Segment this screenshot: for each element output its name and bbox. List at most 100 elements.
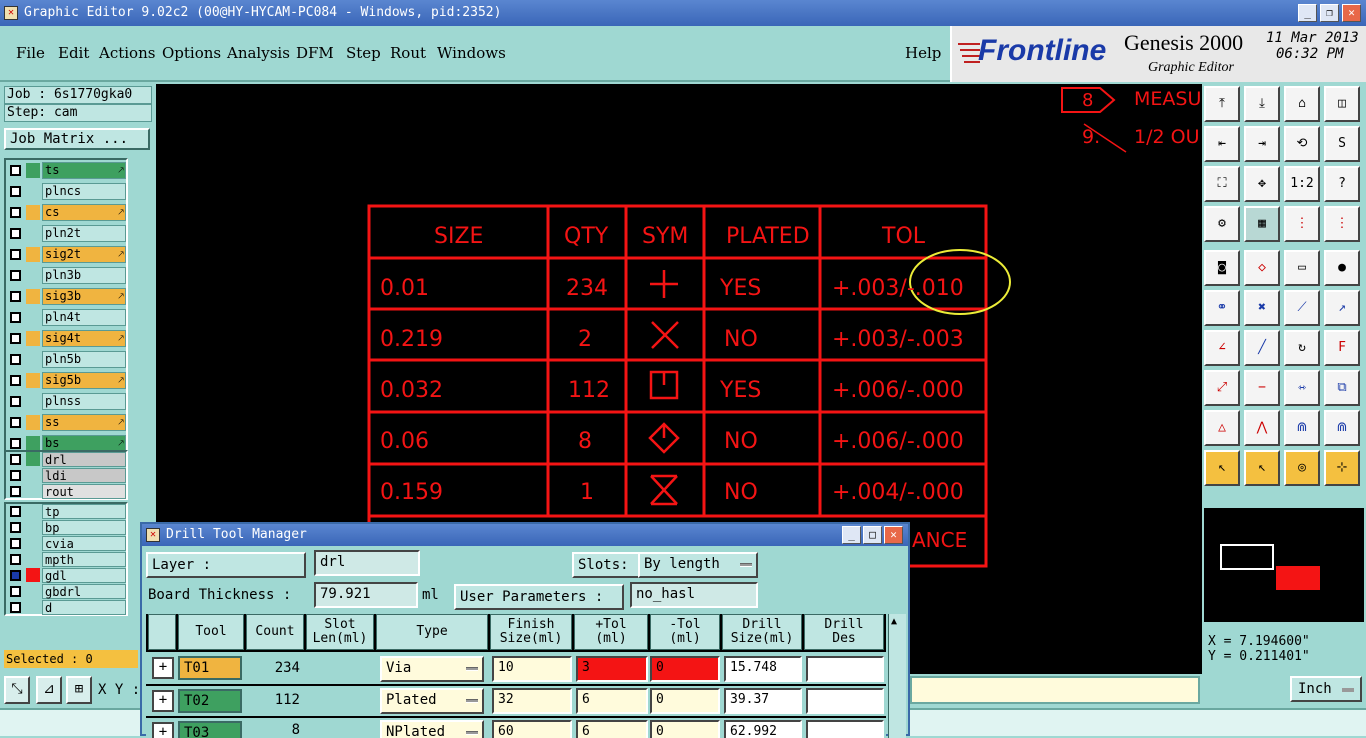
copy-icon[interactable]: ◇: [1244, 250, 1280, 286]
layer-checkbox[interactable]: [10, 186, 21, 197]
net-alt-icon[interactable]: ⋮: [1324, 206, 1360, 242]
layer-checkbox[interactable]: [10, 554, 21, 565]
layer-row[interactable]: cs 🡕: [6, 202, 126, 223]
arrow-line-icon[interactable]: ↗: [1324, 290, 1360, 326]
layer-name[interactable]: d: [42, 600, 126, 615]
ruler-icon[interactable]: ▭: [1284, 250, 1320, 286]
layer-checkbox[interactable]: [10, 312, 21, 323]
layer-checkbox[interactable]: [10, 354, 21, 365]
dash-icon[interactable]: −: [1244, 370, 1280, 406]
net-icon[interactable]: ⋮: [1284, 206, 1320, 242]
job-matrix-button[interactable]: Job Matrix ...: [4, 128, 150, 150]
layer-name[interactable]: sig3b: [42, 288, 126, 305]
drill-size-input[interactable]: 15.748: [724, 656, 802, 682]
finish-size-input[interactable]: 32: [492, 688, 572, 714]
pan-right-icon[interactable]: ⇥: [1244, 126, 1280, 162]
col-type-header[interactable]: Type: [376, 614, 488, 650]
layer-name[interactable]: tp: [42, 504, 126, 519]
layer-row[interactable]: gbdrl: [6, 584, 126, 600]
layer-name[interactable]: gdl: [42, 568, 126, 583]
drill-des-input[interactable]: [806, 656, 884, 682]
layer-checkbox[interactable]: [10, 486, 21, 497]
col-plus-tol-header[interactable]: +Tol (ml): [574, 614, 648, 650]
menu-rout[interactable]: Rout: [390, 44, 426, 62]
col-minus-tol-header[interactable]: -Tol (ml): [650, 614, 720, 650]
layer-name[interactable]: sig4t: [42, 330, 126, 347]
layer-row[interactable]: tp: [6, 504, 126, 520]
layer-name[interactable]: mpth: [42, 552, 126, 567]
layer-checkbox[interactable]: [10, 454, 21, 465]
select-circle-icon[interactable]: ◎: [1284, 450, 1320, 486]
col-tool-header[interactable]: Tool: [178, 614, 244, 650]
type-select[interactable]: Via: [380, 656, 484, 682]
col-drill-size-header[interactable]: Drill Size(ml): [722, 614, 802, 650]
zoom-fit-icon[interactable]: ⛶: [1204, 166, 1240, 202]
select-area-icon[interactable]: ↖: [1244, 450, 1280, 486]
layer-name[interactable]: pln4t: [42, 309, 126, 326]
layer-name[interactable]: ldi: [42, 468, 126, 483]
layer-checkbox[interactable]: [10, 522, 21, 533]
layer-checkbox[interactable]: [10, 470, 21, 481]
layer-row[interactable]: sig2t 🡕: [6, 244, 126, 265]
pad-icon[interactable]: ●: [1324, 250, 1360, 286]
overview-map[interactable]: [1202, 506, 1366, 624]
zoom-in-page-icon[interactable]: ⤓: [1244, 86, 1280, 122]
menu-options[interactable]: Options: [162, 44, 221, 62]
minus-tol-input[interactable]: 0: [650, 656, 720, 682]
tool-name[interactable]: T03: [178, 721, 242, 738]
zoom-home-icon[interactable]: ⤒: [1204, 86, 1240, 122]
grid-icon[interactable]: ▦: [1244, 206, 1280, 242]
layer-row[interactable]: pln3b: [6, 265, 126, 286]
arc-icon[interactable]: ↻: [1284, 330, 1320, 366]
col-slot-len-header[interactable]: Slot Len(ml): [306, 614, 374, 650]
layer-checkbox[interactable]: [10, 165, 21, 176]
dialog-close-button[interactable]: ✕: [884, 526, 903, 544]
layer-checkbox[interactable]: [10, 333, 21, 344]
drill-size-input[interactable]: 62.992: [724, 720, 802, 738]
slots-select[interactable]: By length: [638, 552, 758, 578]
plus-tol-input[interactable]: 6: [576, 720, 648, 738]
layer-row[interactable]: rout: [6, 484, 126, 500]
scroll-up-icon[interactable]: ▲: [891, 616, 897, 627]
layer-checkbox[interactable]: [10, 207, 21, 218]
layer-name[interactable]: gbdrl: [42, 584, 126, 599]
layer-row[interactable]: pln4t: [6, 307, 126, 328]
col-count-header[interactable]: Count: [246, 614, 304, 650]
layer-row[interactable]: bp: [6, 520, 126, 536]
measure-icon[interactable]: ⇿: [1284, 370, 1320, 406]
triangle-icon[interactable]: △: [1204, 410, 1240, 446]
drill-des-input[interactable]: [806, 720, 884, 738]
type-select[interactable]: NPlated: [380, 720, 484, 738]
settings-icon[interactable]: ⚙: [1204, 206, 1240, 242]
finish-size-input[interactable]: 60: [492, 720, 572, 738]
type-select[interactable]: Plated: [380, 688, 484, 714]
xy-input[interactable]: [910, 676, 1200, 704]
tool-name[interactable]: T01: [178, 656, 242, 680]
layer-checkbox[interactable]: [10, 438, 21, 449]
layer-row[interactable]: sig4t 🡕: [6, 328, 126, 349]
tool-name[interactable]: T02: [178, 689, 242, 713]
zoom-rect-icon[interactable]: ⤡: [4, 676, 30, 704]
layer-checkbox[interactable]: [10, 375, 21, 386]
dialog-minimize-button[interactable]: _: [842, 526, 861, 544]
triangle-alt-icon[interactable]: ⋀: [1244, 410, 1280, 446]
plus-tol-input[interactable]: 3: [576, 656, 648, 682]
maximize-button[interactable]: ❐: [1320, 4, 1339, 22]
minus-tol-input[interactable]: 0: [650, 720, 720, 738]
layer-checkbox[interactable]: [10, 228, 21, 239]
menu-file[interactable]: File: [16, 44, 45, 62]
layer-row[interactable]: plncs: [6, 181, 126, 202]
angle-icon[interactable]: ∠: [1204, 330, 1240, 366]
menu-analysis[interactable]: Analysis: [227, 44, 290, 62]
layer-checkbox[interactable]: [10, 291, 21, 302]
layer-checkbox[interactable]: [10, 538, 21, 549]
line-icon[interactable]: ⟋: [1284, 290, 1320, 326]
scale-1-2-icon[interactable]: 1:2: [1284, 166, 1320, 202]
window-icon[interactable]: ◫: [1324, 86, 1360, 122]
layer-row[interactable]: sig5b 🡕: [6, 370, 126, 391]
delete-feature-icon[interactable]: ✖: [1244, 290, 1280, 326]
slash-icon[interactable]: ╱: [1244, 330, 1280, 366]
measure-angle-icon[interactable]: ⊿: [36, 676, 62, 704]
unit-select[interactable]: Inch: [1290, 676, 1362, 702]
select-pointer-icon[interactable]: ↖: [1204, 450, 1240, 486]
